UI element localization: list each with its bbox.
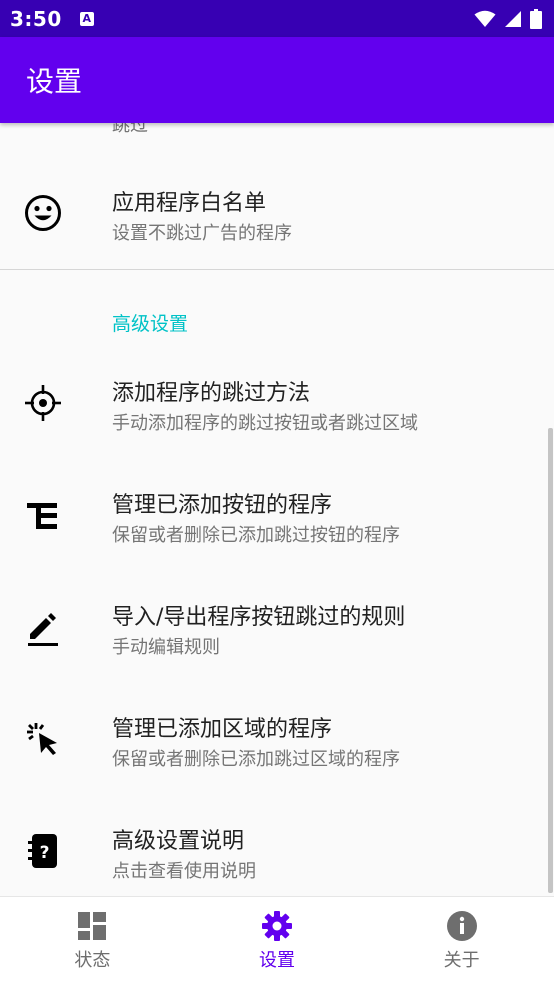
pref-item-whitelist[interactable]: 应用程序白名单 设置不跳过广告的程序 [0,157,554,269]
settings-list[interactable]: 跳过 应用程序白名单 设置不跳过广告的程序 高级设置 添加程序的跳过方法 手动添… [0,123,554,896]
pref-title: 添加程序的跳过方法 [112,381,311,406]
nav-item-about[interactable]: 关于 [369,897,554,984]
pref-summary: 手动添加程序的跳过按钮或者跳过区域 [112,413,418,434]
battery-icon [530,8,542,29]
pref-summary: 保留或者删除已添加跳过按钮的程序 [112,525,400,546]
bottom-navigation: 状态 设置 关于 [0,896,554,984]
svg-text:?: ? [40,843,50,863]
wifi-icon [474,10,496,27]
pointer-click-icon [22,718,64,760]
status-time: 3:50 [10,6,62,31]
pref-summary: 保留或者删除已添加跳过区域的程序 [112,749,400,770]
pencil-icon [22,606,64,648]
pref-summary: 设置不跳过广告的程序 [112,223,292,244]
app-bar: 设置 [0,37,554,123]
crosshair-icon [22,382,64,424]
pref-summary: 点击查看使用说明 [112,861,256,882]
pref-item-import-export-rules[interactable]: 导入/导出程序按钮跳过的规则 手动编辑规则 [0,571,554,683]
pref-title: 导入/导出程序按钮跳过的规则 [112,605,406,630]
pref-item-manage-area-apps[interactable]: 管理已添加区域的程序 保留或者删除已添加跳过区域的程序 [0,683,554,795]
nav-item-status[interactable]: 状态 [0,897,185,984]
notification-icon: A [79,11,94,26]
nav-label: 状态 [74,949,111,971]
divider [0,269,554,270]
pref-title: 高级设置说明 [112,829,245,854]
smiley-icon [22,192,64,234]
pref-title: 管理已添加按钮的程序 [112,493,333,518]
pref-title: 应用程序白名单 [112,191,267,216]
pref-title: 管理已添加区域的程序 [112,717,333,742]
nav-item-settings[interactable]: 设置 [185,897,370,984]
dashboard-icon [78,911,107,940]
pref-summary: 手动编辑规则 [112,637,220,658]
pref-item-advanced-help[interactable]: ? 高级设置说明 点击查看使用说明 [0,795,554,896]
category-advanced-settings: 高级设置 [112,313,189,335]
nav-label: 设置 [259,949,295,971]
pref-item-manage-button-apps[interactable]: 管理已添加按钮的程序 保留或者删除已添加跳过按钮的程序 [0,459,554,571]
signal-icon [505,10,521,27]
page-title: 设置 [26,65,83,98]
help-book-icon: ? [22,830,64,872]
nav-label: 关于 [443,949,480,971]
pref-item-add-skip-method[interactable]: 添加程序的跳过方法 手动添加程序的跳过按钮或者跳过区域 [0,347,554,459]
info-icon [446,910,477,941]
status-icons [474,8,542,29]
list-tree-icon [22,494,64,536]
gear-icon [262,910,292,941]
scrollbar[interactable] [548,428,553,893]
status-bar: 3:50 A [0,0,554,37]
clipped-item-summary: 跳过 [112,123,148,136]
